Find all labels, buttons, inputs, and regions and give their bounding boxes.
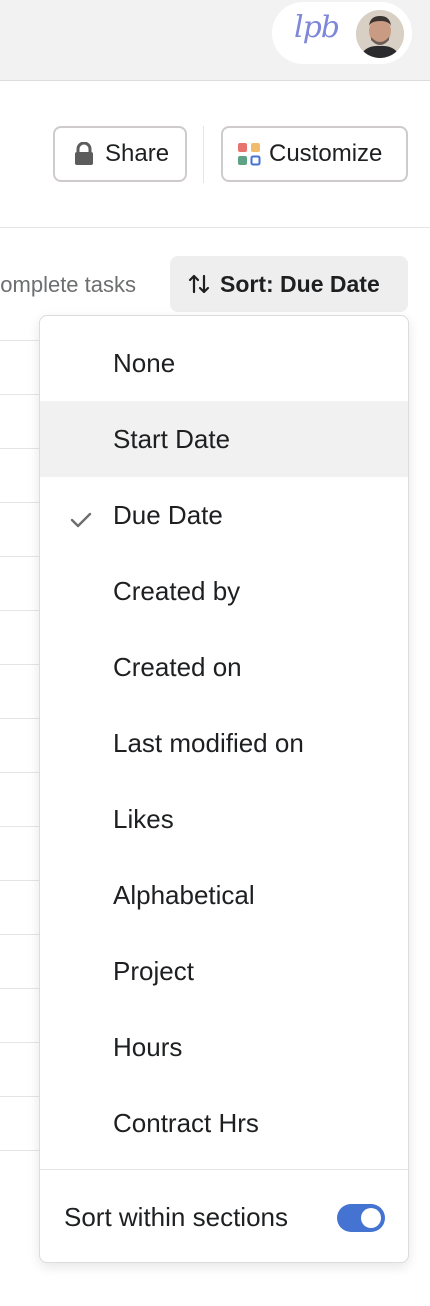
table-row-line bbox=[0, 502, 40, 503]
sort-option-none[interactable]: None bbox=[40, 325, 408, 401]
avatar[interactable] bbox=[356, 10, 404, 58]
sort-option-due-date[interactable]: Due Date bbox=[40, 477, 408, 553]
table-row-line bbox=[0, 1042, 40, 1043]
table-row-line bbox=[0, 1096, 40, 1097]
sort-option-last-modified-on[interactable]: Last modified on bbox=[40, 705, 408, 781]
table-row-line bbox=[0, 718, 40, 719]
table-row-line bbox=[0, 664, 40, 665]
toggle-knob bbox=[361, 1208, 381, 1228]
sort-option-contract-hrs[interactable]: Contract Hrs bbox=[40, 1085, 408, 1161]
sort-within-sections-row: Sort within sections bbox=[40, 1170, 408, 1262]
menu-item-label: Created on bbox=[113, 651, 242, 682]
table-row-line bbox=[0, 340, 40, 341]
sort-arrows-icon bbox=[188, 273, 210, 295]
checkmark-icon bbox=[70, 505, 92, 536]
table-row-line bbox=[0, 934, 40, 935]
project-header: Share Customize bbox=[0, 81, 430, 228]
table-row-line bbox=[0, 880, 40, 881]
sort-within-sections-toggle[interactable] bbox=[337, 1204, 385, 1232]
table-row-line bbox=[0, 826, 40, 827]
list-toolbar: Incomplete tasks Sort: Due Date bbox=[0, 228, 430, 318]
sort-button[interactable]: Sort: Due Date bbox=[170, 256, 408, 312]
menu-item-label: Start Date bbox=[113, 423, 231, 454]
menu-item-label: None bbox=[113, 347, 176, 378]
menu-item-label: Hours bbox=[113, 1031, 183, 1062]
table-row-line bbox=[0, 448, 40, 449]
table-row-line bbox=[0, 772, 40, 773]
menu-item-label: Last modified on bbox=[113, 727, 304, 758]
menu-item-label: Alphabetical bbox=[113, 879, 255, 910]
sort-option-project[interactable]: Project bbox=[40, 933, 408, 1009]
table-row-line bbox=[0, 610, 40, 611]
sort-within-sections-label: Sort within sections bbox=[64, 1201, 288, 1232]
header-divider bbox=[203, 126, 204, 183]
menu-item-label: Project bbox=[113, 955, 194, 986]
sort-option-created-on[interactable]: Created on bbox=[40, 629, 408, 705]
sort-dropdown-menu: None Start Date Due Date Created by Crea… bbox=[39, 315, 409, 1263]
sort-option-start-date[interactable]: Start Date bbox=[40, 401, 408, 477]
customize-button[interactable]: Customize bbox=[221, 126, 408, 182]
menu-item-label: Likes bbox=[113, 803, 174, 834]
customize-label: Customize bbox=[269, 140, 383, 167]
incomplete-tasks-filter[interactable]: Incomplete tasks bbox=[0, 272, 136, 298]
sort-option-likes[interactable]: Likes bbox=[40, 781, 408, 857]
sort-option-hours[interactable]: Hours bbox=[40, 1009, 408, 1085]
table-row-line bbox=[0, 394, 40, 395]
share-button[interactable]: Share bbox=[53, 126, 187, 182]
top-bar: lpb bbox=[0, 0, 430, 81]
org-logo: lpb bbox=[294, 10, 340, 45]
menu-item-label: Contract Hrs bbox=[113, 1107, 259, 1138]
sort-option-created-by[interactable]: Created by bbox=[40, 553, 408, 629]
sort-option-alphabetical[interactable]: Alphabetical bbox=[40, 857, 408, 933]
menu-item-label: Created by bbox=[113, 575, 241, 606]
table-row-line bbox=[0, 556, 40, 557]
lock-icon bbox=[73, 141, 95, 166]
sort-label: Sort: Due Date bbox=[220, 270, 380, 297]
share-label: Share bbox=[105, 140, 170, 167]
menu-item-label: Due Date bbox=[113, 499, 223, 530]
table-row-line bbox=[0, 1150, 40, 1151]
table-row-line bbox=[0, 988, 40, 989]
customize-grid-icon bbox=[237, 142, 261, 166]
user-menu[interactable]: lpb bbox=[272, 2, 412, 64]
